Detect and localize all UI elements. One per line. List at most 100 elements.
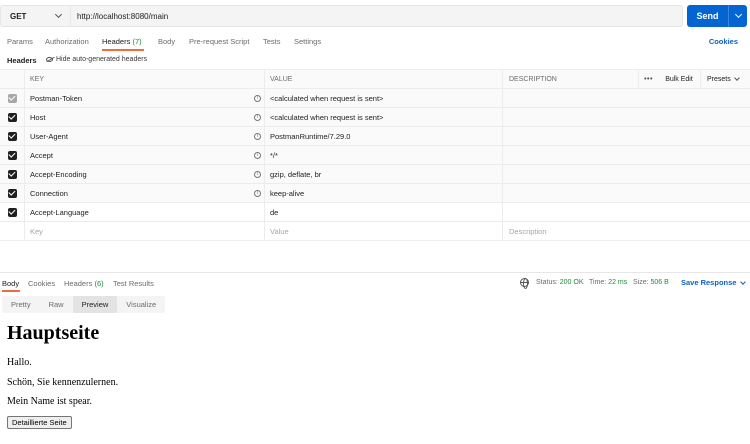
header-enabled-checkbox[interactable] bbox=[7, 131, 17, 141]
table-row: Postman-Token i <calculated when request… bbox=[0, 89, 750, 108]
table-row: Host i <calculated when request is sent> bbox=[0, 108, 750, 127]
table-row-new: Key Value Description bbox=[0, 222, 750, 241]
header-key-input[interactable]: Accept-Language bbox=[24, 203, 264, 221]
tab-headers[interactable]: Headers (7) bbox=[102, 37, 142, 46]
header-value: <calculated when request is sent> bbox=[264, 108, 502, 126]
header-key: User-Agent bbox=[24, 127, 264, 145]
tab-settings[interactable]: Settings bbox=[294, 37, 321, 46]
header-check-cell bbox=[0, 70, 24, 88]
size-indicator[interactable]: Size: 506 B bbox=[633, 279, 669, 286]
header-value: PostmanRuntime/7.29.0 bbox=[264, 127, 502, 145]
time-indicator[interactable]: Time: 22 ms bbox=[589, 279, 627, 286]
header-enabled-checkbox[interactable] bbox=[7, 169, 17, 179]
headers-table: KEY VALUE DESCRIPTION ••• Bulk Edit Pres… bbox=[0, 69, 750, 241]
response-tab-headers[interactable]: Headers (6) bbox=[64, 279, 104, 288]
table-row: User-Agent i PostmanRuntime/7.29.0 bbox=[0, 127, 750, 146]
header-enabled-checkbox[interactable] bbox=[7, 150, 17, 160]
send-options-button[interactable] bbox=[729, 10, 747, 19]
chevron-down-icon bbox=[733, 75, 740, 81]
header-description bbox=[502, 146, 750, 164]
header-key: Accept bbox=[24, 146, 264, 164]
response-divider[interactable] bbox=[0, 272, 750, 273]
hide-auto-generated-toggle[interactable]: Hide auto-generated headers bbox=[46, 56, 147, 63]
send-label: Send bbox=[687, 5, 729, 27]
save-response-label: Save Response bbox=[681, 278, 737, 287]
view-tab-preview[interactable]: Preview bbox=[72, 296, 118, 313]
header-value-input[interactable]: de bbox=[264, 203, 502, 221]
tab-pre-request-script[interactable]: Pre-request Script bbox=[189, 37, 249, 46]
preview-text-line: Mein Name ist spear. bbox=[7, 396, 92, 407]
more-icon: ••• bbox=[644, 75, 653, 83]
table-row: Accept-Encoding i gzip, deflate, br bbox=[0, 165, 750, 184]
preview-text-line: Schön, Sie kennenzulernen. bbox=[7, 377, 119, 388]
response-tab-body[interactable]: Body bbox=[2, 279, 19, 288]
chevron-down-icon bbox=[734, 10, 742, 19]
info-icon[interactable]: i bbox=[254, 95, 261, 102]
bulk-edit-button[interactable]: Bulk Edit bbox=[658, 70, 700, 88]
active-tab-indicator bbox=[102, 49, 144, 51]
new-key-input[interactable]: Key bbox=[24, 222, 264, 240]
info-icon[interactable]: i bbox=[254, 190, 261, 197]
header-description bbox=[502, 89, 750, 107]
cookies-link[interactable]: Cookies bbox=[709, 37, 738, 46]
column-header-key: KEY bbox=[24, 70, 264, 88]
table-header-row: KEY VALUE DESCRIPTION ••• Bulk Edit Pres… bbox=[0, 69, 750, 89]
headers-count: (7) bbox=[132, 37, 142, 46]
save-response-button[interactable]: Save Response bbox=[681, 278, 747, 287]
send-button[interactable]: Send bbox=[687, 5, 747, 27]
method-label: GET bbox=[10, 11, 27, 21]
new-value-input[interactable]: Value bbox=[264, 222, 502, 240]
header-value: <calculated when request is sent> bbox=[264, 89, 502, 107]
response-tab-cookies[interactable]: Cookies bbox=[28, 279, 55, 288]
table-row: Accept-Language de bbox=[0, 203, 750, 222]
response-tab-test-results[interactable]: Test Results bbox=[113, 279, 154, 288]
info-icon[interactable]: i bbox=[254, 114, 261, 121]
detail-page-button[interactable]: Detaillierte Seite bbox=[7, 416, 72, 429]
url-input[interactable]: http://localhost:8080/main bbox=[71, 12, 168, 21]
header-value: */* bbox=[264, 146, 502, 164]
column-header-value: VALUE bbox=[264, 70, 502, 88]
presets-label: Presets bbox=[707, 75, 731, 83]
header-enabled-checkbox[interactable] bbox=[7, 188, 17, 198]
header-description bbox=[502, 165, 750, 183]
response-headers-count: (6) bbox=[94, 279, 104, 288]
request-tabs: Params Authorization Headers (7) Body Pr… bbox=[0, 34, 750, 50]
header-enabled-checkbox[interactable] bbox=[7, 207, 17, 217]
new-description-input[interactable]: Description bbox=[502, 222, 750, 240]
preview-heading: Hauptseite bbox=[7, 322, 100, 344]
column-header-description: DESCRIPTION bbox=[502, 70, 638, 88]
header-value: gzip, deflate, br bbox=[264, 165, 502, 183]
table-row: Connection i keep-alive bbox=[0, 184, 750, 203]
header-description-input[interactable] bbox=[502, 203, 750, 221]
header-description bbox=[502, 127, 750, 145]
header-description bbox=[502, 184, 750, 202]
header-value: keep-alive bbox=[264, 184, 502, 202]
time-value: 22 ms bbox=[608, 279, 628, 286]
presets-dropdown[interactable]: Presets bbox=[700, 70, 750, 88]
headers-section-label: Headers bbox=[7, 56, 37, 65]
view-tab-pretty[interactable]: Pretty bbox=[2, 296, 40, 313]
view-tab-raw[interactable]: Raw bbox=[40, 296, 73, 313]
info-icon[interactable]: i bbox=[254, 171, 261, 178]
hide-auto-generated-label: Hide auto-generated headers bbox=[56, 56, 148, 63]
chevron-down-icon bbox=[740, 278, 747, 285]
status-indicator[interactable]: Status: 200 OK bbox=[536, 279, 584, 286]
size-value: 506 B bbox=[650, 279, 669, 286]
view-mode-tabs: Pretty Raw Preview Visualize bbox=[2, 296, 166, 313]
info-icon[interactable]: i bbox=[254, 133, 261, 140]
header-enabled-checkbox bbox=[7, 93, 17, 103]
globe-icon[interactable] bbox=[520, 278, 529, 289]
preview-text-line: Hallo. bbox=[7, 357, 32, 368]
status-value: 200 OK bbox=[559, 279, 584, 286]
tab-authorization[interactable]: Authorization bbox=[45, 37, 89, 46]
info-icon[interactable]: i bbox=[254, 152, 261, 159]
tab-params[interactable]: Params bbox=[7, 37, 33, 46]
method-select[interactable]: GET bbox=[1, 6, 71, 26]
tab-tests[interactable]: Tests bbox=[263, 37, 281, 46]
more-options-button[interactable]: ••• bbox=[638, 70, 658, 88]
tab-body[interactable]: Body bbox=[158, 37, 175, 46]
view-tab-visualize[interactable]: Visualize bbox=[117, 296, 165, 313]
header-description bbox=[502, 108, 750, 126]
header-enabled-checkbox[interactable] bbox=[7, 112, 17, 122]
eye-off-icon bbox=[46, 57, 53, 62]
